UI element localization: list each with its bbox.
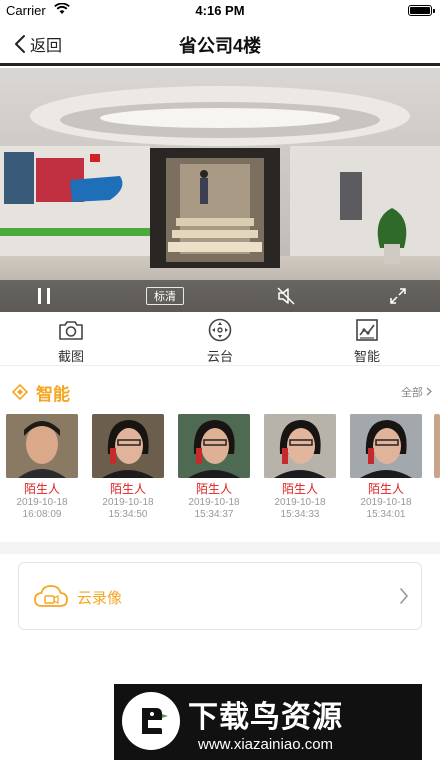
face-capture-item[interactable]: 陌生人 2019-10-18 15:34:33 [264, 414, 336, 521]
face-capture-item[interactable]: 陌生人 2019-10-18 15:34:50 [92, 414, 164, 521]
face-time: 15:34:50 [108, 509, 148, 520]
pause-button[interactable] [32, 284, 56, 308]
ptz-label: 云台 [206, 349, 233, 364]
screenshot-label: 截图 [57, 349, 84, 364]
watermark-logo [122, 692, 180, 750]
face-time: 16:08:09 [22, 509, 62, 520]
cloud-video-icon [34, 585, 68, 607]
fullscreen-button[interactable] [386, 284, 410, 308]
status-bar: Carrier 4:16 PM [0, 0, 440, 22]
page-title: 省公司4楼 [178, 36, 261, 56]
face-date: 2019-10-18 [274, 497, 326, 508]
face-thumbnail [92, 414, 164, 478]
section-divider [0, 542, 440, 554]
smart-label: 智能 [353, 349, 380, 364]
mute-button[interactable] [274, 284, 298, 308]
face-date: 2019-10-18 [360, 497, 412, 508]
ptz-button[interactable]: 云台 [185, 318, 255, 365]
face-time: 15:34:01 [366, 509, 406, 520]
camera-feed-image [0, 68, 440, 312]
face-name: 陌生人 [281, 482, 318, 496]
face-name: 陌生人 [23, 482, 60, 496]
face-date: 2019-10-18 [188, 497, 240, 508]
screenshot-button[interactable]: 截图 [36, 318, 106, 365]
pause-icon [38, 288, 50, 304]
face-capture-item[interactable]: 陌生人 2019-10-18 15:34:37 [178, 414, 250, 521]
clock: 4:16 PM [195, 3, 245, 18]
face-thumbnail [6, 414, 78, 478]
face-time: 15:34:33 [280, 509, 320, 520]
face-capture-item[interactable]: 陌生人 2019-10-18 15:34:01 [350, 414, 422, 521]
function-toolbar: 截图 云台 智能 [0, 314, 440, 366]
face-thumbnail [178, 414, 250, 478]
face-name: 陌生人 [367, 482, 404, 496]
face-capture-item[interactable] [434, 414, 440, 478]
view-all-link[interactable]: 全部 [401, 384, 432, 400]
face-name: 陌生人 [195, 482, 232, 496]
face-date: 2019-10-18 [102, 497, 154, 508]
battery-icon [408, 5, 435, 16]
speaker-muted-icon [277, 287, 295, 305]
smart-section-title: 智能 [36, 385, 70, 404]
diamond-icon [12, 384, 28, 400]
smart-button[interactable]: 智能 [332, 318, 402, 365]
cloud-recording-button[interactable]: 云录像 [18, 562, 422, 630]
face-name: 陌生人 [109, 482, 146, 496]
face-thumbnail [264, 414, 336, 478]
face-time: 15:34:37 [194, 509, 234, 520]
watermark: 下载鸟资源 www.xiazainiao.com [114, 684, 422, 760]
nav-bar: 返回 省公司4楼 [0, 22, 440, 66]
face-thumbnail [434, 414, 440, 478]
fullscreen-icon [390, 288, 406, 304]
watermark-url: www.xiazainiao.com [198, 736, 334, 753]
bird-logo-icon [142, 708, 168, 734]
watermark-title: 下载鸟资源 [188, 701, 343, 734]
chevron-right-icon [426, 387, 432, 396]
view-all-label: 全部 [400, 387, 423, 399]
cloud-recording-label: 云录像 [77, 590, 123, 607]
live-video-player[interactable]: 标清 [0, 68, 440, 312]
ptz-icon [208, 318, 232, 342]
face-capture-item[interactable]: 陌生人 2019-10-18 16:08:09 [6, 414, 78, 521]
smart-chart-icon [356, 319, 378, 341]
smart-section: 智能 全部 陌生人 2019-10-18 16:08:09 陌生人 2019-1… [0, 370, 440, 542]
player-controls: 标清 [0, 280, 440, 312]
face-thumbnail [350, 414, 422, 478]
quality-button[interactable]: 标清 [146, 287, 184, 305]
face-date: 2019-10-18 [16, 497, 68, 508]
face-capture-list: 陌生人 2019-10-18 16:08:09 陌生人 2019-10-18 1… [6, 414, 440, 526]
camera-icon [59, 321, 83, 340]
chevron-right-icon [400, 588, 409, 604]
